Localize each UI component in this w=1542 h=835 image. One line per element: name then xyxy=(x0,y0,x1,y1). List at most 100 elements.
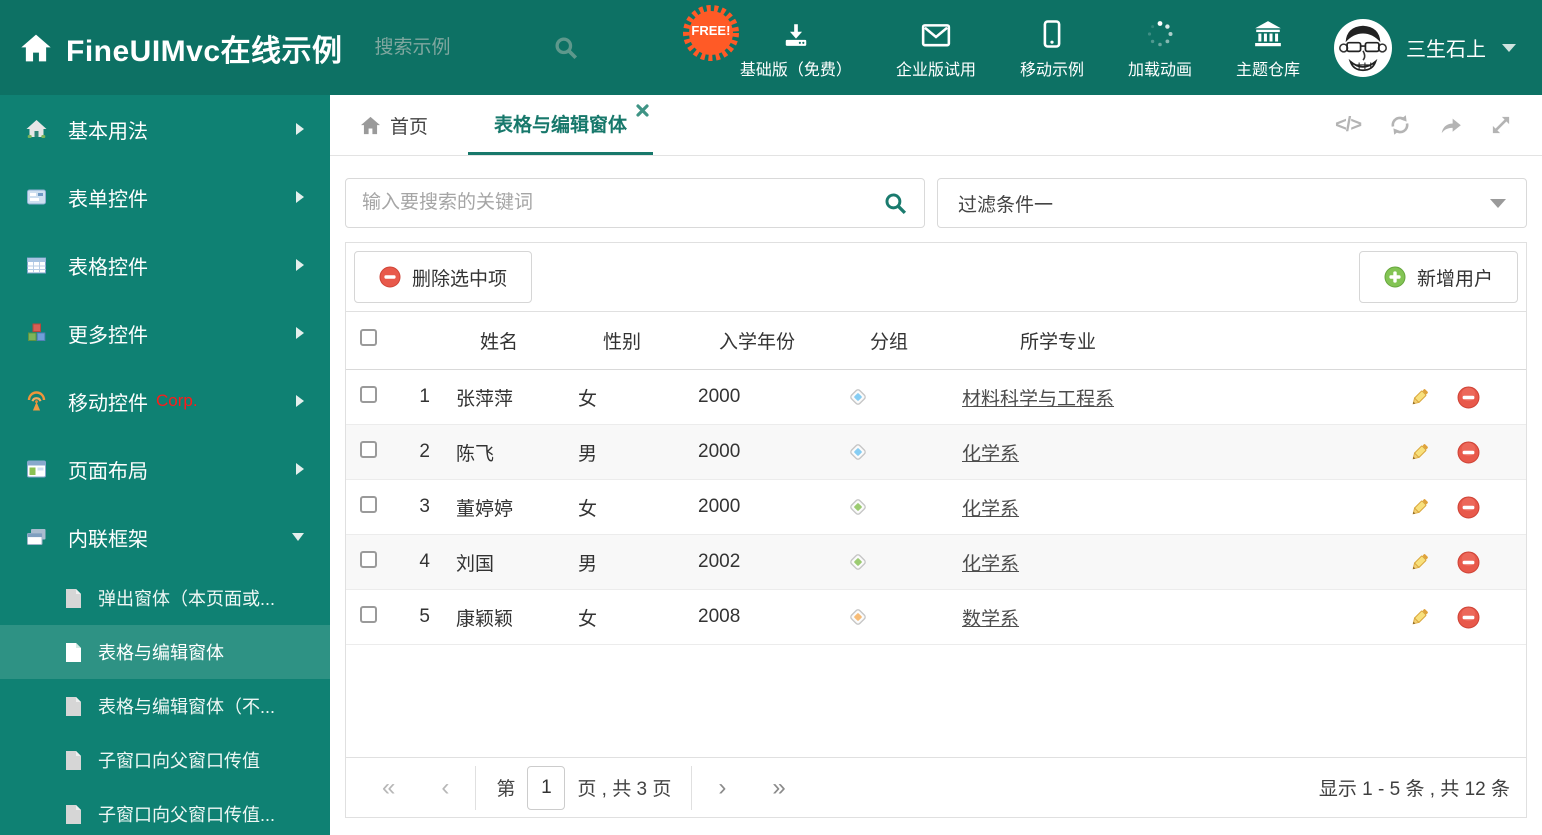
row-checkbox[interactable] xyxy=(360,495,377,513)
delete-row-icon[interactable] xyxy=(1457,496,1480,519)
sidebar-item-inline-frame[interactable]: 内联框架 xyxy=(0,503,330,571)
source-code-icon[interactable]: </> xyxy=(1335,114,1362,137)
divider xyxy=(475,765,477,810)
chevron-right-icon xyxy=(296,463,304,475)
search-icon[interactable] xyxy=(883,191,908,216)
major-link[interactable]: 化学系 xyxy=(962,499,1019,520)
last-page-button[interactable]: » xyxy=(766,775,791,800)
cell-year: 2000 xyxy=(698,441,741,462)
sidebar-item-basic-usage[interactable]: 基本用法 xyxy=(0,95,330,163)
first-page-button[interactable]: « xyxy=(376,775,401,800)
delete-row-icon[interactable] xyxy=(1457,441,1480,464)
edit-pencil-icon[interactable] xyxy=(1408,386,1431,409)
refresh-icon[interactable] xyxy=(1388,113,1412,137)
nav-item-mobile-demo[interactable]: 移动示例 xyxy=(1020,16,1084,80)
row-number: 2 xyxy=(419,441,430,462)
tab-bar: 首页 表格与编辑窗体 </> xyxy=(330,95,1542,156)
edit-pencil-icon[interactable] xyxy=(1408,441,1431,464)
sidebar-subitem-grid-edit-window[interactable]: 表格与编辑窗体 xyxy=(0,625,330,679)
major-link[interactable]: 化学系 xyxy=(962,554,1019,575)
bank-icon xyxy=(1253,16,1283,48)
sidebar-subitem-child-to-parent[interactable]: 子窗口向父窗口传值 xyxy=(0,733,330,787)
sidebar-item-form-controls[interactable]: 表单控件 xyxy=(0,163,330,231)
edit-pencil-icon[interactable] xyxy=(1408,606,1431,629)
cell-year: 2002 xyxy=(698,551,741,572)
delete-selected-button[interactable]: 删除选中项 xyxy=(354,251,533,303)
user-menu[interactable]: 三生石上 xyxy=(1334,18,1542,77)
next-page-button[interactable]: › xyxy=(712,775,732,800)
nav-item-basic-free[interactable]: FREE! 基础版（免费） xyxy=(682,4,852,80)
sidebar-item-more-controls[interactable]: 更多控件 xyxy=(0,299,330,367)
sidebar-subitem-popup-window[interactable]: 弹出窗体（本页面或... xyxy=(0,571,330,625)
chevron-right-icon xyxy=(296,259,304,271)
sidebar-item-mobile-controls[interactable]: 移动控件 Corp. xyxy=(0,367,330,435)
maximize-icon[interactable] xyxy=(1490,114,1512,136)
prev-page-button[interactable]: ‹ xyxy=(435,775,455,800)
chevron-right-icon xyxy=(296,123,304,135)
tab-home[interactable]: 首页 xyxy=(360,95,428,155)
sidebar-subitem-grid-edit-window-2[interactable]: 表格与编辑窗体（不... xyxy=(0,679,330,733)
avatar xyxy=(1334,18,1392,77)
tag-icon xyxy=(848,387,868,407)
column-header-name[interactable]: 姓名 xyxy=(438,327,560,354)
column-header-group[interactable]: 分组 xyxy=(830,327,948,354)
keyword-search-input[interactable] xyxy=(362,192,883,214)
major-link[interactable]: 化学系 xyxy=(962,444,1019,465)
cell-gender: 女 xyxy=(578,388,598,410)
sidebar: 基本用法 表单控件 表格控件 更多控件 移动控件 Corp. 页面布局 内联框架… xyxy=(0,95,330,835)
header-search-input[interactable] xyxy=(374,36,525,59)
column-header-gender[interactable]: 性别 xyxy=(560,327,684,354)
file-icon xyxy=(64,642,82,663)
row-checkbox[interactable] xyxy=(360,550,377,568)
tab-grid-edit-window[interactable]: 表格与编辑窗体 xyxy=(468,95,654,155)
file-icon xyxy=(64,696,82,717)
nav-label: 加载动画 xyxy=(1127,61,1192,79)
add-user-button[interactable]: 新增用户 xyxy=(1358,251,1518,303)
nav-item-loading-animations[interactable]: 加载动画 xyxy=(1128,16,1192,80)
column-header-year[interactable]: 入学年份 xyxy=(684,327,830,354)
major-link[interactable]: 材料科学与工程系 xyxy=(962,389,1114,410)
edit-pencil-icon[interactable] xyxy=(1408,551,1431,574)
chevron-right-icon xyxy=(296,191,304,203)
sidebar-item-grid-controls[interactable]: 表格控件 xyxy=(0,231,330,299)
close-icon[interactable] xyxy=(636,104,649,117)
chevron-down-icon xyxy=(1502,43,1516,52)
home-logo-icon[interactable] xyxy=(20,33,52,63)
search-icon[interactable] xyxy=(553,35,579,61)
major-link[interactable]: 数学系 xyxy=(962,609,1019,630)
select-all-checkbox[interactable] xyxy=(360,329,377,346)
cell-name: 陈飞 xyxy=(456,443,495,465)
row-checkbox[interactable] xyxy=(360,605,377,623)
column-header-major[interactable]: 所学专业 xyxy=(948,327,1168,354)
edit-pencil-icon[interactable] xyxy=(1408,496,1431,519)
mobile-icon xyxy=(1043,16,1061,48)
nav-item-enterprise-trial[interactable]: 企业版试用 xyxy=(896,16,976,80)
cubes-icon xyxy=(24,322,48,344)
tag-icon xyxy=(848,552,868,572)
chevron-right-icon xyxy=(296,327,304,339)
row-checkbox[interactable] xyxy=(360,440,377,458)
sidebar-subitem-child-to-parent-2[interactable]: 子窗口向父窗口传值... xyxy=(0,787,330,835)
row-checkbox[interactable] xyxy=(360,385,377,403)
open-new-window-icon[interactable] xyxy=(1439,114,1463,136)
cell-gender: 男 xyxy=(578,443,598,465)
cell-gender: 女 xyxy=(578,498,598,520)
nav-item-theme-store[interactable]: 主题仓库 xyxy=(1236,16,1300,80)
delete-row-icon[interactable] xyxy=(1457,551,1480,574)
cell-year: 2000 xyxy=(698,386,741,407)
row-number: 1 xyxy=(419,386,430,407)
filter-dropdown[interactable]: 过滤条件一 xyxy=(937,178,1527,228)
table-row: 4 刘国 男 2002 化学系 xyxy=(346,535,1526,590)
home-icon xyxy=(360,116,381,135)
sidebar-item-page-layout[interactable]: 页面布局 xyxy=(0,435,330,503)
chevron-down-icon xyxy=(292,533,304,541)
delete-row-icon[interactable] xyxy=(1457,606,1480,629)
page-number-input[interactable] xyxy=(527,765,566,810)
table-row: 3 董婷婷 女 2000 化学系 xyxy=(346,480,1526,535)
file-icon xyxy=(64,588,82,609)
cell-name: 董婷婷 xyxy=(456,498,514,520)
delete-row-icon[interactable] xyxy=(1457,386,1480,409)
cell-gender: 男 xyxy=(578,553,598,575)
minus-circle-icon xyxy=(379,266,401,288)
keyword-search-box xyxy=(345,178,925,228)
